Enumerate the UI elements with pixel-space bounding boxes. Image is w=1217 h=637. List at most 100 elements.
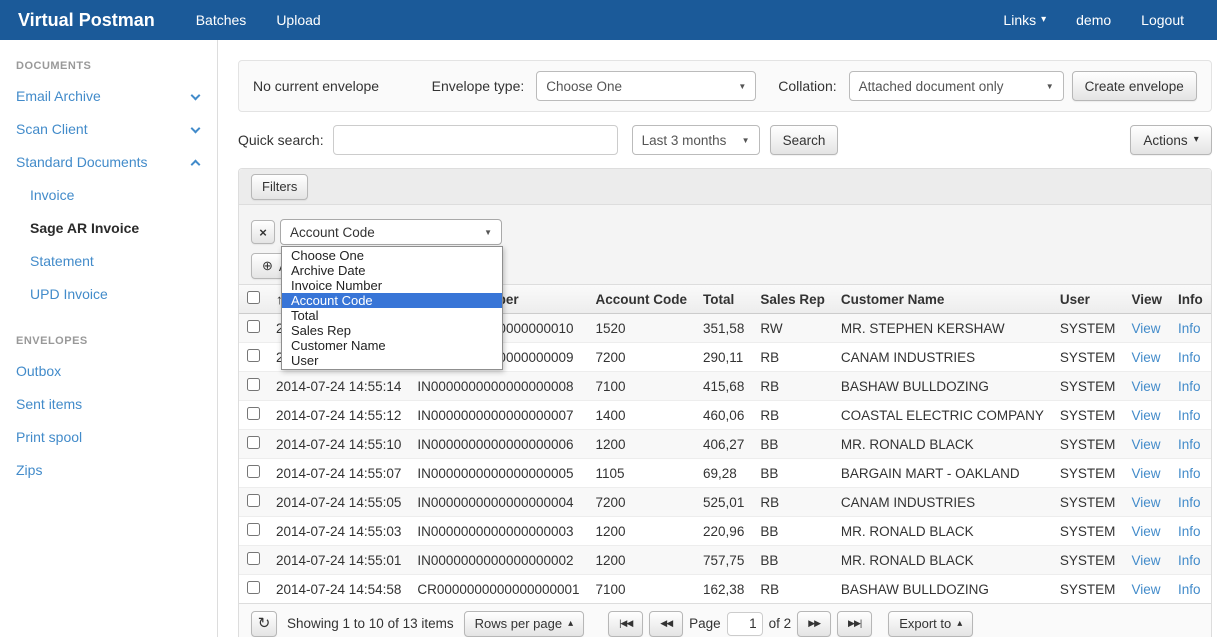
quick-search-label: Quick search: — [238, 132, 324, 148]
column-header-user[interactable]: User — [1052, 285, 1124, 314]
column-header-total[interactable]: Total — [695, 285, 752, 314]
row-checkbox[interactable] — [247, 523, 260, 536]
documents-heading: DOCUMENTS — [0, 48, 217, 80]
dropdown-option[interactable]: Sales Rep — [282, 323, 502, 338]
envelope-type-select[interactable]: Choose One ▼ — [536, 71, 756, 101]
last-page-button[interactable]: ▶▶| — [837, 611, 872, 637]
column-header-info[interactable]: Info — [1170, 285, 1211, 314]
column-header-view[interactable]: View — [1123, 285, 1170, 314]
view-link[interactable]: View — [1131, 495, 1160, 510]
sidebar-item-email-archive[interactable]: Email Archive — [0, 80, 217, 113]
filters-button[interactable]: Filters — [251, 174, 308, 200]
info-link[interactable]: Info — [1178, 379, 1201, 394]
first-page-button[interactable]: |◀◀ — [608, 611, 643, 637]
row-checkbox[interactable] — [247, 436, 260, 449]
refresh-button[interactable]: ↻ — [251, 611, 277, 637]
dropdown-option[interactable]: User — [282, 353, 502, 368]
info-link[interactable]: Info — [1178, 582, 1201, 597]
cell-view: View — [1123, 488, 1170, 517]
cell-sales-rep: BB — [752, 517, 833, 546]
view-link[interactable]: View — [1131, 350, 1160, 365]
sidebar-item-sage-ar-invoice[interactable]: Sage AR Invoice — [0, 212, 217, 245]
actions-label: Actions — [1143, 133, 1187, 148]
nav-batches[interactable]: Batches — [196, 12, 247, 28]
view-link[interactable]: View — [1131, 524, 1160, 539]
sidebar-item-outbox[interactable]: Outbox — [0, 355, 217, 388]
row-checkbox[interactable] — [247, 349, 260, 362]
row-checkbox[interactable] — [247, 407, 260, 420]
info-link[interactable]: Info — [1178, 408, 1201, 423]
dropdown-option[interactable]: Account Code — [282, 293, 502, 308]
column-header-customer-name[interactable]: Customer Name — [833, 285, 1052, 314]
envelope-panel: No current envelope Envelope type: Choos… — [238, 60, 1212, 112]
cell-info: Info — [1170, 546, 1211, 575]
sidebar-item-scan-client[interactable]: Scan Client — [0, 113, 217, 146]
caret-down-icon: ▼ — [1046, 82, 1054, 91]
view-link[interactable]: View — [1131, 321, 1160, 336]
cell-info: Info — [1170, 372, 1211, 401]
select-all-checkbox[interactable] — [247, 291, 260, 304]
table-row: 2014-07-24 14:55:14IN0000000000000000008… — [239, 372, 1211, 401]
info-link[interactable]: Info — [1178, 437, 1201, 452]
column-header-sales-rep[interactable]: Sales Rep — [752, 285, 833, 314]
quick-search-input[interactable] — [333, 125, 618, 155]
nav-links-dropdown[interactable]: Links ▾ — [1003, 12, 1046, 28]
view-link[interactable]: View — [1131, 553, 1160, 568]
envelope-status: No current envelope — [253, 78, 379, 94]
info-link[interactable]: Info — [1178, 321, 1201, 336]
cell-archive-date: 2014-07-24 14:55:07 — [268, 459, 409, 488]
cell-customer-name: MR. RONALD BLACK — [833, 430, 1052, 459]
dropdown-option[interactable]: Choose One — [282, 248, 502, 263]
actions-button[interactable]: Actions ▾ — [1130, 125, 1211, 155]
nav-upload[interactable]: Upload — [276, 12, 320, 28]
rows-per-page-button[interactable]: Rows per page ▴ — [464, 611, 584, 637]
view-link[interactable]: View — [1131, 408, 1160, 423]
create-envelope-button[interactable]: Create envelope — [1072, 71, 1197, 101]
row-checkbox[interactable] — [247, 494, 260, 507]
info-link[interactable]: Info — [1178, 495, 1201, 510]
view-link[interactable]: View — [1131, 379, 1160, 394]
table-row: 2014-07-24 14:55:01IN0000000000000000002… — [239, 546, 1211, 575]
period-select[interactable]: Last 3 months ▼ — [632, 125, 760, 155]
nav-logout[interactable]: Logout — [1141, 12, 1184, 28]
info-link[interactable]: Info — [1178, 350, 1201, 365]
info-link[interactable]: Info — [1178, 466, 1201, 481]
row-checkbox[interactable] — [247, 378, 260, 391]
row-checkbox[interactable] — [247, 465, 260, 478]
chevron-down-icon — [191, 123, 201, 133]
sidebar-item-sent-items[interactable]: Sent items — [0, 388, 217, 421]
info-link[interactable]: Info — [1178, 524, 1201, 539]
sidebar-item-invoice[interactable]: Invoice — [0, 179, 217, 212]
cell-sales-rep: RB — [752, 401, 833, 430]
sidebar-item-print-spool[interactable]: Print spool — [0, 421, 217, 454]
cell-account-code: 7200 — [588, 343, 696, 372]
nav-user[interactable]: demo — [1076, 12, 1111, 28]
app-brand[interactable]: Virtual Postman — [18, 10, 155, 31]
view-link[interactable]: View — [1131, 466, 1160, 481]
collation-select[interactable]: Attached document only ▼ — [849, 71, 1064, 101]
filter-field-select[interactable]: Account Code ▼ — [280, 219, 502, 245]
remove-filter-button[interactable]: × — [251, 220, 275, 244]
sidebar-item-upd-invoice[interactable]: UPD Invoice — [0, 278, 217, 311]
view-link[interactable]: View — [1131, 582, 1160, 597]
next-page-button[interactable]: ▶▶ — [797, 611, 831, 637]
row-checkbox[interactable] — [247, 552, 260, 565]
sidebar-item-standard-documents[interactable]: Standard Documents — [0, 146, 217, 179]
row-checkbox[interactable] — [247, 320, 260, 333]
dropdown-option[interactable]: Invoice Number — [282, 278, 502, 293]
row-checkbox[interactable] — [247, 581, 260, 594]
column-header-account-code[interactable]: Account Code — [588, 285, 696, 314]
dropdown-option[interactable]: Total — [282, 308, 502, 323]
cell-view: View — [1123, 430, 1170, 459]
page-number-input[interactable] — [727, 612, 763, 636]
view-link[interactable]: View — [1131, 437, 1160, 452]
info-link[interactable]: Info — [1178, 553, 1201, 568]
dropdown-option[interactable]: Archive Date — [282, 263, 502, 278]
previous-page-button[interactable]: ◀◀ — [649, 611, 683, 637]
cell-user: SYSTEM — [1052, 343, 1124, 372]
search-button[interactable]: Search — [770, 125, 839, 155]
dropdown-option[interactable]: Customer Name — [282, 338, 502, 353]
sidebar-item-zips[interactable]: Zips — [0, 454, 217, 487]
sidebar-item-statement[interactable]: Statement — [0, 245, 217, 278]
export-button[interactable]: Export to ▴ — [888, 611, 973, 637]
